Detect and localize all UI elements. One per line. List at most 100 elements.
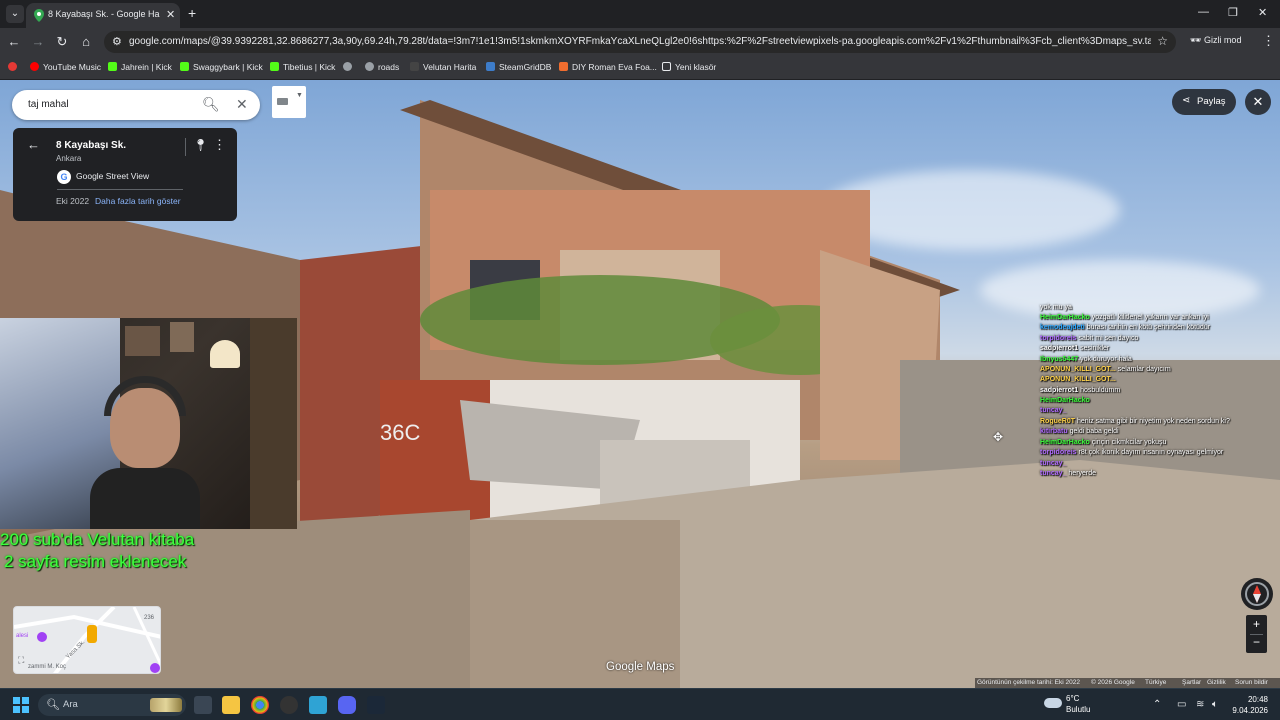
zoom-out-button[interactable]: − xyxy=(1246,635,1267,649)
bookshelf xyxy=(250,318,297,529)
new-tab-button[interactable]: + xyxy=(188,5,196,21)
search-box[interactable]: taj mahal 🔍︎ ✕ xyxy=(12,90,260,120)
location-pin-icon[interactable]: 📍︎ xyxy=(193,138,208,152)
chat-message: HeimDarHacko yozgatlı kilitlenel yukarın… xyxy=(1040,314,1209,321)
chat-text: heniz satma gibi bir niyetim yok neden s… xyxy=(1076,418,1230,425)
chat-text: sesinikler xyxy=(1080,345,1110,352)
zoom-in-button[interactable]: + xyxy=(1246,617,1267,631)
chat-username: tuncay_ xyxy=(1040,407,1067,414)
site-info-icon[interactable]: ⚙ xyxy=(112,35,122,48)
maps-footer: Görüntünün çekilme tarihi: Eki 2022 © 20… xyxy=(975,678,1280,688)
close-street-view-button[interactable]: ✕ xyxy=(1245,89,1271,115)
mini-map[interactable]: Yasa Sk. 236 alesi zammi M. Koç ⛶ xyxy=(13,606,161,674)
bookmark-extension[interactable] xyxy=(8,62,21,72)
bookmark-folder[interactable]: Yeni klasör xyxy=(662,62,716,72)
keyboard-icon xyxy=(277,98,288,105)
restore-button[interactable]: ❐ xyxy=(1228,6,1238,19)
tab-google-maps[interactable]: 8 Kayabaşı Sk. - Google Haritalar ✕ xyxy=(26,3,180,28)
bookmark-swaggybark-kick[interactable]: Swaggybark | Kick xyxy=(180,62,263,72)
chat-text: yok duruyor hala xyxy=(1080,356,1132,363)
chat-username: RogueR0T xyxy=(1040,418,1077,425)
start-button[interactable] xyxy=(13,697,29,713)
tab-search-button[interactable]: ⌄ xyxy=(6,5,24,23)
more-dates-link[interactable]: Daha fazla tarih göster xyxy=(95,196,181,206)
chat-message: tuncay_ xyxy=(1040,407,1066,414)
taskbar-search[interactable]: 🔍︎ Ara xyxy=(38,694,186,716)
stream-overlay-line-1: 200 sub'da Velutan kitaba xyxy=(0,530,195,549)
footer-country[interactable]: Türkiye xyxy=(1145,679,1166,686)
chat-text: heryerde xyxy=(1068,470,1097,477)
bookmark-youtube-music[interactable]: YouTube Music xyxy=(30,62,101,72)
clock-date: 9.04.2026 xyxy=(1232,706,1268,715)
task-view-icon[interactable] xyxy=(194,696,212,714)
globe-icon xyxy=(343,62,352,71)
keyboard-input-button[interactable]: ▼ xyxy=(272,86,306,118)
app-icon[interactable] xyxy=(309,696,327,714)
steam-icon[interactable] xyxy=(367,696,385,714)
address-bar[interactable]: ⚙ google.com/maps/@39.9392281,32.8686277… xyxy=(104,31,1176,53)
bookmark-velutan-harita[interactable]: Velutan Harita xyxy=(410,62,476,72)
chrome-icon[interactable] xyxy=(251,696,269,714)
chat-text: çinçin cikmkcilar yokuşu xyxy=(1091,439,1167,446)
pegman-icon[interactable] xyxy=(87,625,97,643)
tray-chevron-icon[interactable]: ⌃ xyxy=(1153,699,1161,710)
wall-frame xyxy=(170,322,194,352)
street-view-panorama[interactable]: 36C taj mahal 🔍︎ ✕ ▼ ← 8 Kayabaşı Sk. An… xyxy=(0,80,1280,688)
tab-strip: ⌄ 8 Kayabaşı Sk. - Google Haritalar ✕ + … xyxy=(0,0,1280,28)
system-clock[interactable]: 20:48 9.04.2026 xyxy=(1228,694,1268,716)
forward-icon[interactable]: → xyxy=(30,34,46,49)
bookmark-diy-roman[interactable]: DIY Roman Eva Foa... xyxy=(559,62,657,72)
maps-pin-icon xyxy=(34,9,44,22)
tab-close-icon[interactable]: ✕ xyxy=(166,8,175,21)
footer-privacy[interactable]: Gizlilik xyxy=(1207,679,1226,686)
compass-button[interactable] xyxy=(1241,578,1273,610)
back-icon[interactable]: ← xyxy=(6,34,22,49)
network-icon[interactable]: ▭ xyxy=(1177,699,1186,710)
chat-message: HeimDarHacko xyxy=(1040,397,1090,404)
search-input[interactable]: taj mahal xyxy=(28,99,69,110)
chat-username: tuncay_ xyxy=(1040,470,1069,477)
chat-username: tuncay_ xyxy=(1040,460,1067,467)
search-highlight-image xyxy=(150,698,182,712)
kick-icon xyxy=(180,62,189,71)
expand-map-icon[interactable]: ⛶ xyxy=(18,655,24,666)
bookmark-jahrein-kick[interactable]: Jahrein | Kick xyxy=(108,62,172,72)
home-icon[interactable]: ⌂ xyxy=(78,34,94,49)
wifi-icon[interactable]: ≋ xyxy=(1196,699,1204,710)
share-icon: ⋖ xyxy=(1182,95,1191,106)
steamgriddb-icon xyxy=(486,62,495,71)
bookmark-tibetius-kick[interactable]: Tibetius | Kick xyxy=(270,62,335,72)
chat-text: selamlar dayıcım xyxy=(1117,366,1171,373)
cloud-icon xyxy=(1044,698,1062,708)
zoom-controls: + − xyxy=(1246,615,1267,653)
close-window-button[interactable]: ✕ xyxy=(1258,6,1267,19)
divider xyxy=(57,189,183,190)
file-explorer-icon[interactable] xyxy=(222,696,240,714)
bookmark-globe[interactable] xyxy=(343,62,356,72)
search-icon[interactable]: 🔍︎ xyxy=(202,96,220,113)
imagery-source: Google Street View xyxy=(76,171,150,181)
clear-search-icon[interactable]: ✕ xyxy=(236,96,248,113)
more-options-icon[interactable]: ⋮ xyxy=(213,137,226,153)
tab-title: 8 Kayabaşı Sk. - Google Haritalar xyxy=(48,9,160,19)
chat-message: HeimDarHacko çinçin cikmkcilar yokuşu xyxy=(1040,439,1166,446)
share-button[interactable]: ⋖ Paylaş xyxy=(1172,89,1236,115)
footer-report[interactable]: Sorun bildir xyxy=(1235,679,1268,686)
bookmark-roads[interactable]: roads xyxy=(365,62,399,72)
reload-icon[interactable]: ↻ xyxy=(54,34,70,50)
chat-message: torpidoreis sabit mi sen dayıco xyxy=(1040,335,1138,342)
browser-menu-icon[interactable]: ⋮ xyxy=(1262,33,1275,49)
back-arrow-icon[interactable]: ← xyxy=(27,137,40,152)
discord-icon[interactable] xyxy=(338,696,356,714)
svg-text:36C: 36C xyxy=(380,420,420,445)
bookmark-label: Swaggybark | Kick xyxy=(193,62,263,72)
footer-terms[interactable]: Şartlar xyxy=(1182,679,1201,686)
bookmark-steamgriddb[interactable]: SteamGridDB xyxy=(486,62,551,72)
obs-icon[interactable] xyxy=(280,696,298,714)
chat-text: sabit mi sen dayıco xyxy=(1078,335,1139,342)
chat-username: kemodeajdeti xyxy=(1040,324,1087,331)
minimize-button[interactable]: — xyxy=(1198,6,1209,18)
incognito-indicator[interactable]: 🕶 Gizli mod xyxy=(1190,35,1241,46)
volume-icon[interactable]: 🔈︎ xyxy=(1212,699,1218,710)
bookmark-star-icon[interactable]: ☆ xyxy=(1157,34,1168,48)
